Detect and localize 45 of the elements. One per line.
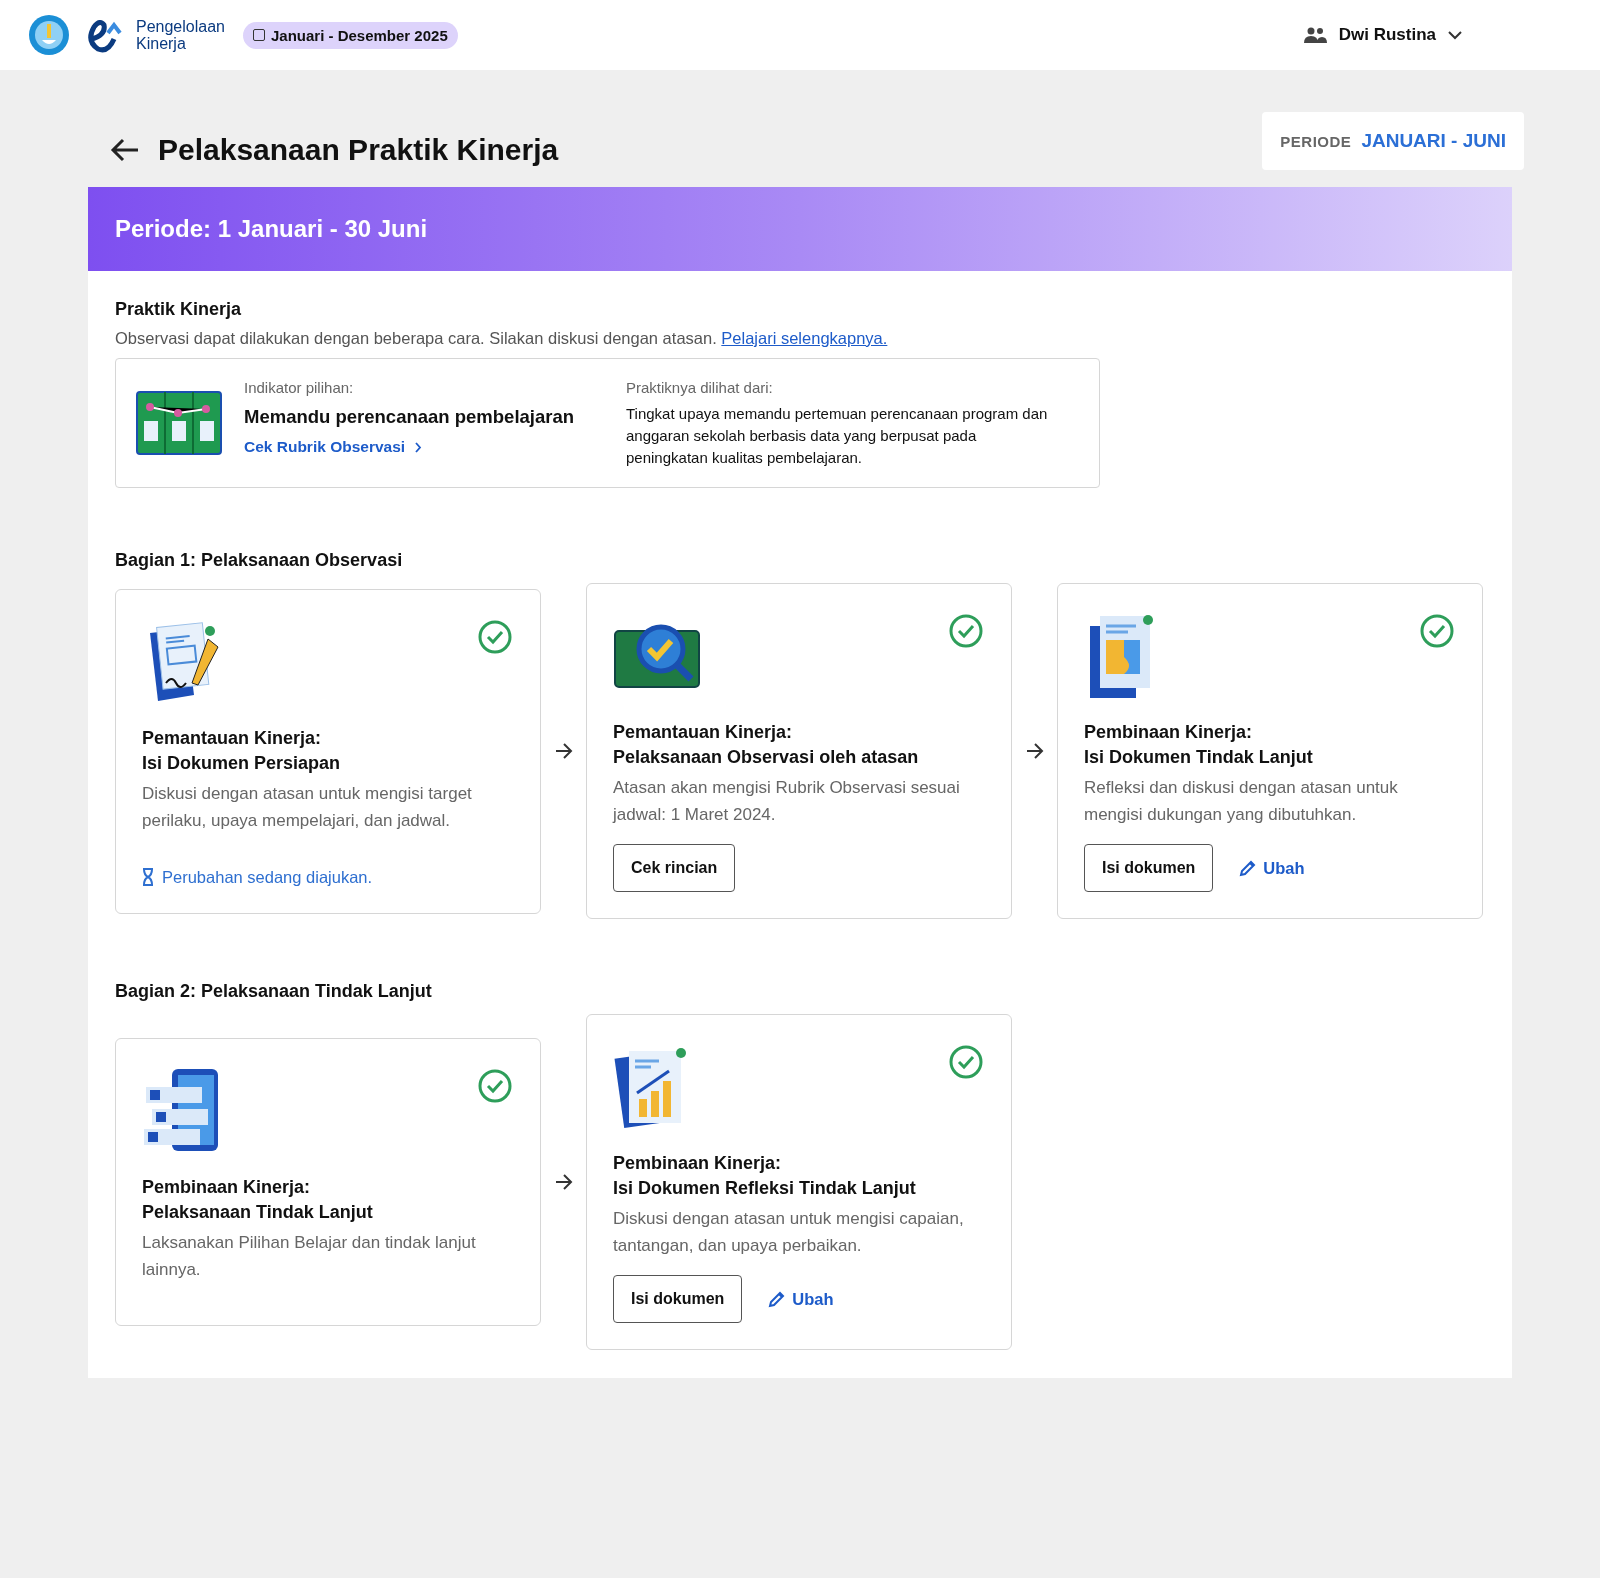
arrow-right-icon [554,1174,573,1190]
step-description: Diskusi dengan atasan untuk mengisi capaian, tantangan, dan upaya perbaikan. [613,1208,965,1257]
hourglass-icon [142,868,154,886]
practice-description: Observasi dapat dilakukan dengan beberapa cara. Silakan diskusi dengan atasan. Pelajari selengkapnya. [115,329,889,348]
people-icon [1302,27,1327,43]
step-description: Atasan akan mengisi Rubrik Observasi sesuai jadwal: 1 Maret 2024. [613,777,961,826]
step-title: Pemantauan Kinerja: Isi Dokumen Persiapan [142,726,342,775]
period-banner: Periode: 1 Januari - 30 Juni [88,187,1512,271]
step-description: Laksanakan Pilihan Belajar dan tindak lanjut lainnya. [142,1232,477,1281]
arrow-right-icon [554,743,573,759]
document-button[interactable]: Cek rincian [613,844,736,892]
back-arrow-icon[interactable] [110,138,140,162]
step-description: Diskusi dengan atasan untuk mengisi target perilaku, upaya mempelajari, dan jadwal. [142,782,473,832]
pencil-icon [768,1290,787,1308]
user-menu[interactable]: Dwi Rustina [1302,25,1462,45]
seen-label: Praktiknya dilihat dari: [626,379,774,396]
section-heading: Bagian 2: Pelaksanaan Tindak Lanjut [115,981,433,1002]
chevron-right-icon [415,441,423,453]
pending-status: Perubahan sedang diajukan. [142,867,373,887]
logo-text: Kinerja [136,35,187,52]
step-title: Pembinaan Kinerja: Isi Dokumen Tindak Lanjut [1084,721,1314,769]
document-button[interactable]: Isi dokumen [613,1275,743,1323]
learn-more-link[interactable]: Pelajari selengkapnya. [721,329,888,347]
section-heading: Praktik Kinerja [115,299,243,320]
page-title: Pelaksanaan Praktik Kinerja [158,133,559,167]
document-button[interactable]: Isi dokumen [1084,844,1214,892]
emblem-icon [28,14,70,56]
period-label: PERIODE [1280,133,1352,150]
edit-link[interactable]: Ubah [768,1289,834,1309]
indicator-value: Memandu perencanaan pembelajaran [244,406,576,428]
rubric-link[interactable]: Cek Rubrik Observasi [244,438,423,456]
step-title: Pembinaan Kinerja: Pelaksanaan Tindak Lanjut [142,1176,374,1224]
step-description: Refleksi dan diskusi dengan atasan untuk mengisi dukungan yang dibutuhkan. [1084,777,1399,826]
step-title: Pemantauan Kinerja: Pelaksanaan Observasi oleh atasan [613,721,920,769]
indicator-label: Indikator pilihan: [244,379,355,396]
chevron-down-icon [1448,30,1462,40]
seen-text: Tingkat upaya memandu pertemuan perencanaan program dan anggaran sekolah berbasis data yang berpusat pada peningkatan kualitas pembelajaran. [626,404,1049,468]
period-value: JANUARI - JUNI [1361,130,1506,152]
section-heading: Bagian 1: Pelaksanaan Observasi [115,550,404,571]
pencil-icon [1239,859,1258,877]
logo-text: Pengelolaan [136,18,225,35]
step-title: Pembinaan Kinerja: Isi Dokumen Refleksi Tindak Lanjut [613,1152,917,1200]
edit-link[interactable]: Ubah [1239,858,1305,878]
period-chip[interactable]: Januari - Desember 2025 [242,21,458,49]
arrow-right-icon [1025,743,1044,759]
